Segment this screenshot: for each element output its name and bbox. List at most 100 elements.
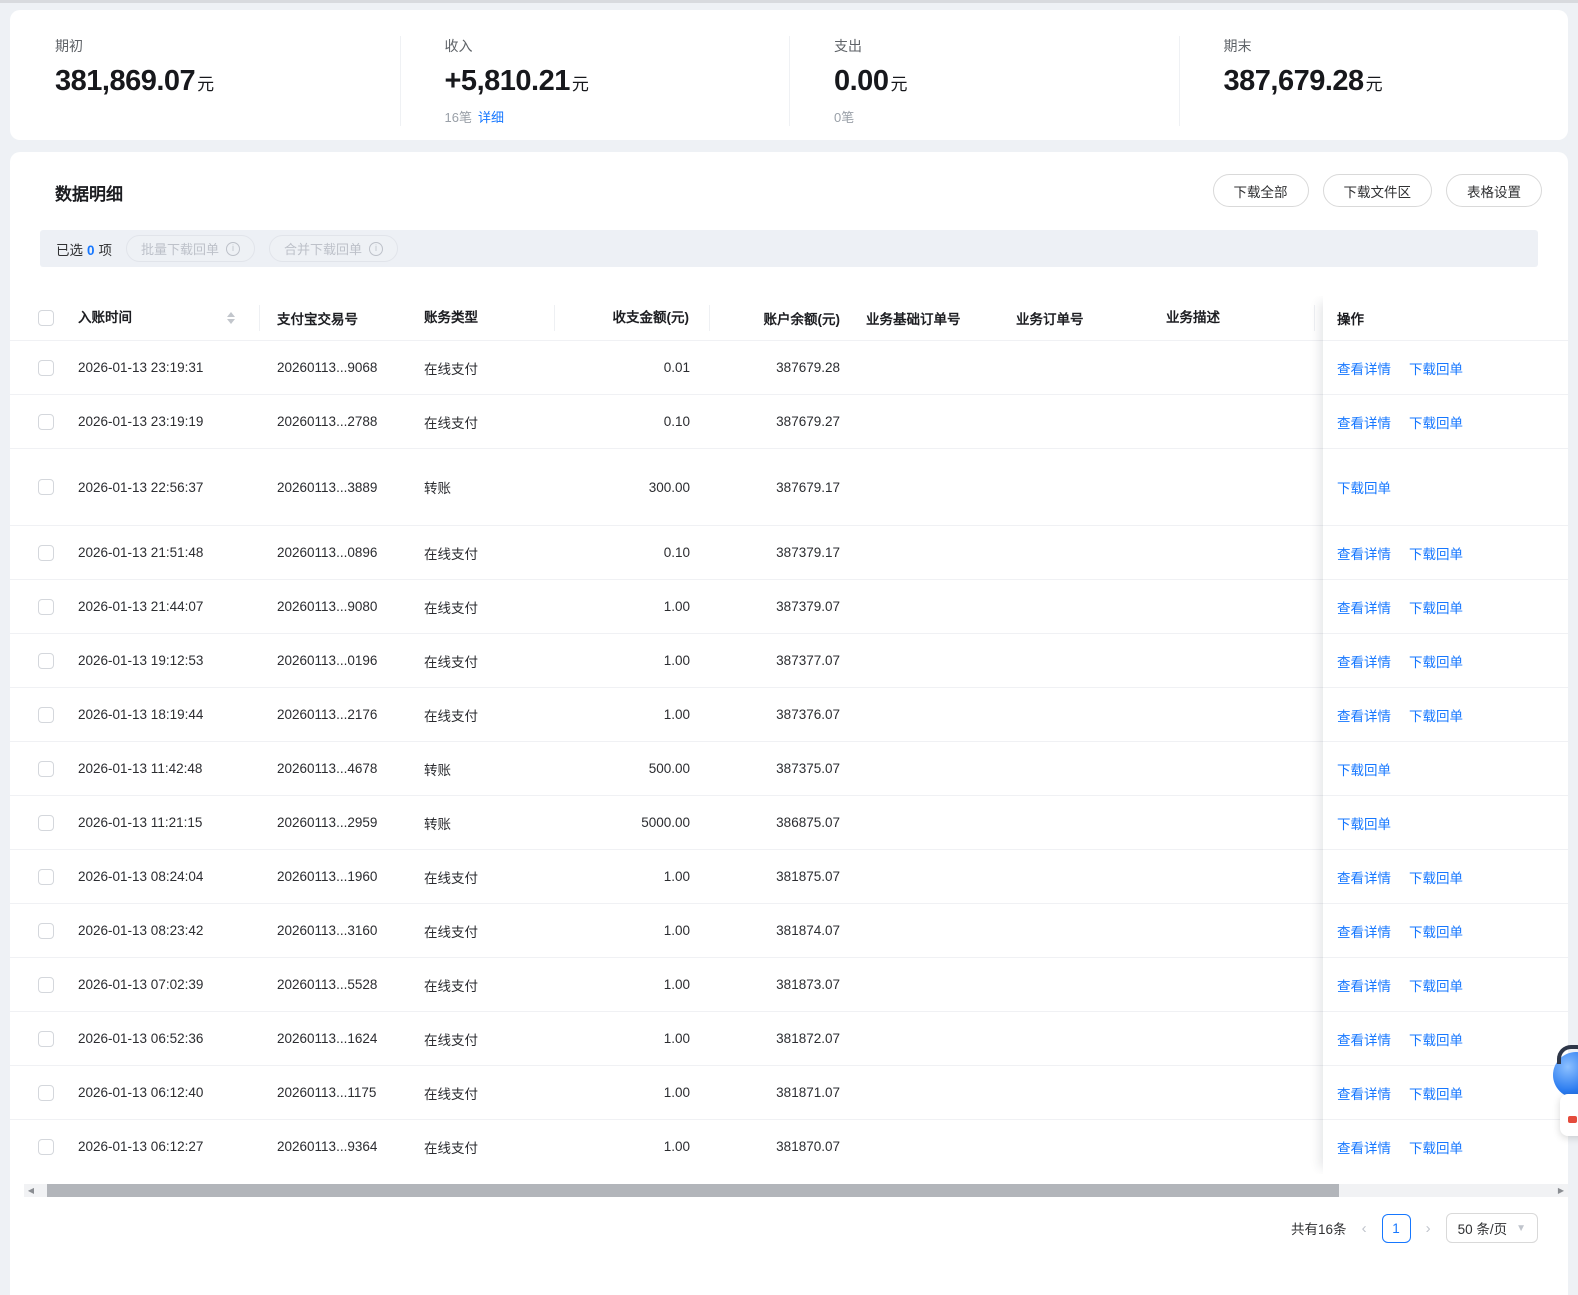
row-checkbox-cell [10,706,70,722]
download-receipt-link[interactable]: 下载回单 [1409,597,1463,617]
row-checkbox[interactable] [38,599,54,615]
row-checkbox-cell [10,868,70,884]
row-checkbox-cell [10,1030,70,1046]
cell-account-type: 在线支付 [408,867,555,887]
download-receipt-link[interactable]: 下载回单 [1337,477,1391,497]
assistant-card[interactable] [1560,1094,1578,1136]
download-receipt-link[interactable]: 下载回单 [1337,813,1391,833]
view-detail-link[interactable]: 查看详情 [1337,597,1391,617]
row-checkbox[interactable] [38,1139,54,1155]
row-checkbox[interactable] [38,977,54,993]
cell-alipay-txn-no: 20260113...2176 [260,707,408,722]
row-checkbox[interactable] [38,360,54,376]
cell-amount: 500.00 [555,761,710,776]
sort-icon[interactable] [227,312,235,324]
cell-account-type: 在线支付 [408,705,555,725]
download-receipt-link[interactable]: 下载回单 [1409,358,1463,378]
batch-download-receipts-button[interactable]: 批量下载回单i [126,235,255,262]
row-checkbox[interactable] [38,923,54,939]
download-receipt-link[interactable]: 下载回单 [1409,867,1463,887]
row-checkbox-cell [10,652,70,668]
column-entry-time[interactable]: 入账时间 [70,305,260,331]
row-checkbox[interactable] [38,479,54,495]
cell-balance: 387679.17 [710,480,855,495]
row-checkbox[interactable] [38,869,54,885]
row-actions: 查看详情下载回单 [1323,903,1526,957]
select-all-checkbox[interactable] [38,310,54,326]
summary-label: 期初 [55,36,400,56]
download-all-button[interactable]: 下载全部 [1213,174,1309,207]
view-detail-link[interactable]: 查看详情 [1337,921,1391,941]
download-receipt-link[interactable]: 下载回单 [1409,1029,1463,1049]
row-checkbox[interactable] [38,653,54,669]
column-base-order-no: 业务基础订单号 [855,308,1005,328]
row-checkbox[interactable] [38,1031,54,1047]
cell-account-type: 转账 [408,759,555,779]
download-receipt-link[interactable]: 下载回单 [1409,543,1463,563]
column-balance: 账户余额(元) [710,308,855,328]
selection-bar: 已选0项 批量下载回单i 合并下载回单i [40,230,1538,267]
row-checkbox[interactable] [38,761,54,777]
view-detail-link[interactable]: 查看详情 [1337,358,1391,378]
cell-account-type: 在线支付 [408,597,555,617]
prev-page-icon[interactable]: ‹ [1360,1220,1369,1237]
view-detail-link[interactable]: 查看详情 [1337,705,1391,725]
view-detail-link[interactable]: 查看详情 [1337,1137,1391,1157]
cell-account-type: 转账 [408,477,555,497]
view-detail-link[interactable]: 查看详情 [1337,543,1391,563]
page-size-select[interactable]: 50 条/页▼ [1446,1213,1538,1243]
summary-label: 收入 [445,36,790,56]
scroll-right-arrow-icon[interactable]: ▶ [1554,1184,1568,1197]
row-checkbox-cell [10,413,70,429]
selected-count: 0 [87,243,95,258]
row-checkbox[interactable] [38,1085,54,1101]
table-settings-button[interactable]: 表格设置 [1446,174,1542,207]
scroll-left-arrow-icon[interactable]: ◀ [24,1184,38,1197]
cell-amount: 1.00 [555,977,710,992]
cell-alipay-txn-no: 20260113...9364 [260,1139,408,1154]
row-actions: 下载回单 [1323,741,1526,795]
download-receipt-link[interactable]: 下载回单 [1337,759,1391,779]
action-rows: 查看详情下载回单查看详情下载回单下载回单查看详情下载回单查看详情下载回单查看详情… [1323,340,1526,1173]
row-checkbox-cell [10,359,70,375]
row-checkbox[interactable] [38,707,54,723]
download-receipt-link[interactable]: 下载回单 [1409,705,1463,725]
income-detail-link[interactable]: 详细 [478,110,504,125]
row-actions: 下载回单 [1323,448,1526,525]
view-detail-link[interactable]: 查看详情 [1337,1029,1391,1049]
view-detail-link[interactable]: 查看详情 [1337,651,1391,671]
row-checkbox[interactable] [38,815,54,831]
currency-unit: 元 [890,75,907,94]
cell-entry-time: 2026-01-13 08:24:04 [70,869,260,884]
info-icon: i [226,242,240,256]
row-checkbox[interactable] [38,545,54,561]
current-page-button[interactable]: 1 [1382,1214,1411,1243]
cell-alipay-txn-no: 20260113...5528 [260,977,408,992]
scrollbar-thumb[interactable] [47,1184,1339,1197]
cell-amount: 1.00 [555,707,710,722]
download-receipt-link[interactable]: 下载回单 [1409,651,1463,671]
cell-entry-time: 2026-01-13 06:12:40 [70,1085,260,1100]
cell-alipay-txn-no: 20260113...0196 [260,653,408,668]
cell-account-type: 转账 [408,813,555,833]
download-receipt-link[interactable]: 下载回单 [1409,1083,1463,1103]
download-receipt-link[interactable]: 下载回单 [1409,412,1463,432]
download-receipt-link[interactable]: 下载回单 [1409,975,1463,995]
horizontal-scrollbar[interactable]: ◀ ▶ [24,1184,1568,1197]
download-receipt-link[interactable]: 下载回单 [1409,921,1463,941]
summary-label: 期末 [1224,36,1569,56]
cell-entry-time: 2026-01-13 21:51:48 [70,545,260,560]
row-actions: 查看详情下载回单 [1323,525,1526,579]
cell-amount: 5000.00 [555,815,710,830]
view-detail-link[interactable]: 查看详情 [1337,975,1391,995]
cell-entry-time: 2026-01-13 06:12:27 [70,1139,260,1154]
view-detail-link[interactable]: 查看详情 [1337,1083,1391,1103]
download-receipt-link[interactable]: 下载回单 [1409,1137,1463,1157]
view-detail-link[interactable]: 查看详情 [1337,867,1391,887]
next-page-icon[interactable]: › [1424,1220,1433,1237]
selected-count-text: 已选0项 [56,239,112,259]
view-detail-link[interactable]: 查看详情 [1337,412,1391,432]
download-file-area-button[interactable]: 下载文件区 [1323,174,1433,207]
row-checkbox[interactable] [38,414,54,430]
merge-download-receipts-button[interactable]: 合并下载回单i [269,235,398,262]
